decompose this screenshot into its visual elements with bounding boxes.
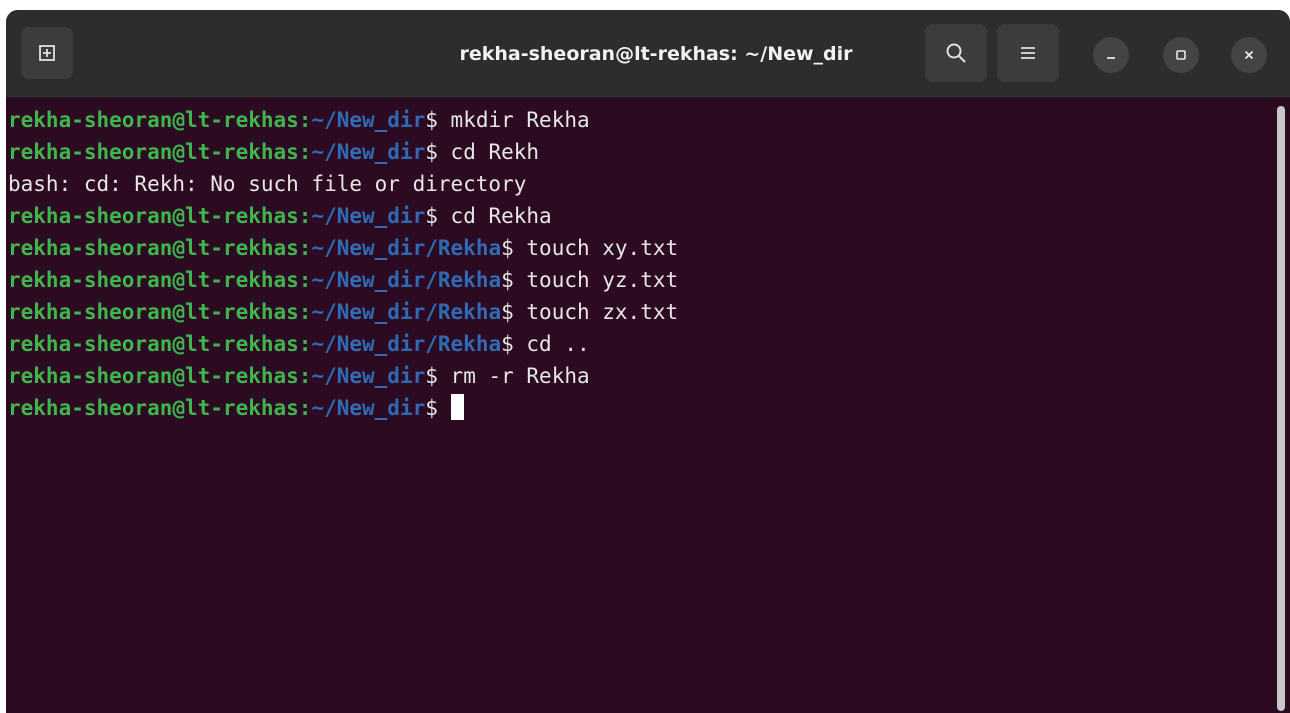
prompt-dollar: $ — [501, 300, 514, 324]
prompt-dollar: $ — [425, 108, 438, 132]
close-button[interactable] — [1231, 37, 1267, 73]
prompt-separator: : — [298, 236, 312, 260]
command-text: mkdir Rekha — [437, 108, 590, 132]
prompt-dollar: $ — [425, 364, 438, 388]
command-text: touch xy.txt — [513, 236, 679, 260]
prompt-path: ~/New_dir — [311, 364, 426, 388]
prompt-separator: : — [298, 204, 312, 228]
prompt-user: rekha-sheoran@lt-rekhas — [8, 332, 299, 356]
minimize-icon — [1107, 57, 1115, 59]
prompt-path: ~/New_dir/Rekha — [311, 268, 502, 292]
new-tab-button[interactable] — [21, 27, 73, 79]
command-text: touch zx.txt — [513, 300, 679, 324]
terminal-prompt-line: rekha-sheoran@lt-rekhas:~/New_dir$ — [8, 392, 1272, 424]
terminal-window: rekha-sheoran@lt-rekhas: ~/New_dir rekha… — [6, 10, 1290, 713]
text-cursor — [450, 394, 464, 420]
prompt-path: ~/New_dir/Rekha — [311, 236, 502, 260]
terminal-output[interactable]: rekha-sheoran@lt-rekhas:~/New_dir$ mkdir… — [6, 98, 1272, 713]
prompt-user: rekha-sheoran@lt-rekhas — [8, 268, 299, 292]
prompt-user: rekha-sheoran@lt-rekhas — [8, 204, 299, 228]
prompt-path: ~/New_dir/Rekha — [311, 332, 502, 356]
prompt-separator: : — [298, 332, 312, 356]
prompt-path: ~/New_dir/Rekha — [311, 300, 502, 324]
prompt-path: ~/New_dir — [311, 204, 426, 228]
prompt-dollar: $ — [501, 268, 514, 292]
minimize-button[interactable] — [1093, 37, 1129, 73]
prompt-user: rekha-sheoran@lt-rekhas — [8, 236, 299, 260]
prompt-user: rekha-sheoran@lt-rekhas — [8, 108, 299, 132]
scrollbar[interactable] — [1274, 98, 1290, 713]
terminal-prompt-line: rekha-sheoran@lt-rekhas:~/New_dir/Rekha$… — [8, 232, 1272, 264]
prompt-separator: : — [298, 300, 312, 324]
prompt-path: ~/New_dir — [311, 396, 426, 420]
close-icon — [1244, 50, 1254, 60]
prompt-user: rekha-sheoran@lt-rekhas — [8, 364, 299, 388]
prompt-path: ~/New_dir — [311, 140, 426, 164]
new-tab-icon — [39, 45, 55, 61]
maximize-icon — [1176, 50, 1186, 60]
command-text — [438, 396, 451, 420]
prompt-dollar: $ — [501, 236, 514, 260]
hamburger-menu-icon — [1021, 47, 1035, 59]
search-button[interactable] — [925, 24, 987, 82]
maximize-button[interactable] — [1163, 37, 1199, 73]
window-title: rekha-sheoran@lt-rekhas: ~/New_dir — [459, 43, 853, 65]
menu-button[interactable] — [997, 24, 1059, 82]
terminal-prompt-line: rekha-sheoran@lt-rekhas:~/New_dir$ mkdir… — [8, 104, 1272, 136]
scrollbar-thumb[interactable] — [1277, 106, 1285, 711]
prompt-user: rekha-sheoran@lt-rekhas — [8, 300, 299, 324]
terminal-output-line: bash: cd: Rekh: No such file or director… — [8, 168, 1272, 200]
prompt-separator: : — [298, 268, 312, 292]
output-text: bash: cd: Rekh: No such file or director… — [8, 172, 527, 196]
command-text: cd Rekha — [437, 204, 552, 228]
prompt-dollar: $ — [425, 140, 438, 164]
title-bar[interactable]: rekha-sheoran@lt-rekhas: ~/New_dir — [6, 10, 1290, 98]
terminal-prompt-line: rekha-sheoran@lt-rekhas:~/New_dir/Rekha$… — [8, 328, 1272, 360]
search-icon — [946, 43, 966, 63]
terminal-prompt-line: rekha-sheoran@lt-rekhas:~/New_dir$ rm -r… — [8, 360, 1272, 392]
command-text: rm -r Rekha — [437, 364, 590, 388]
prompt-dollar: $ — [425, 396, 438, 420]
terminal-prompt-line: rekha-sheoran@lt-rekhas:~/New_dir$ cd Re… — [8, 200, 1272, 232]
prompt-dollar: $ — [425, 204, 438, 228]
prompt-user: rekha-sheoran@lt-rekhas — [8, 140, 299, 164]
prompt-separator: : — [298, 108, 312, 132]
prompt-dollar: $ — [501, 332, 514, 356]
prompt-path: ~/New_dir — [311, 108, 426, 132]
prompt-separator: : — [298, 140, 312, 164]
prompt-separator: : — [298, 364, 312, 388]
terminal-prompt-line: rekha-sheoran@lt-rekhas:~/New_dir$ cd Re… — [8, 136, 1272, 168]
prompt-user: rekha-sheoran@lt-rekhas — [8, 396, 299, 420]
command-text: cd .. — [513, 332, 590, 356]
prompt-separator: : — [298, 396, 312, 420]
command-text: cd Rekh — [437, 140, 540, 164]
terminal-prompt-line: rekha-sheoran@lt-rekhas:~/New_dir/Rekha$… — [8, 296, 1272, 328]
command-text: touch yz.txt — [513, 268, 679, 292]
terminal-prompt-line: rekha-sheoran@lt-rekhas:~/New_dir/Rekha$… — [8, 264, 1272, 296]
